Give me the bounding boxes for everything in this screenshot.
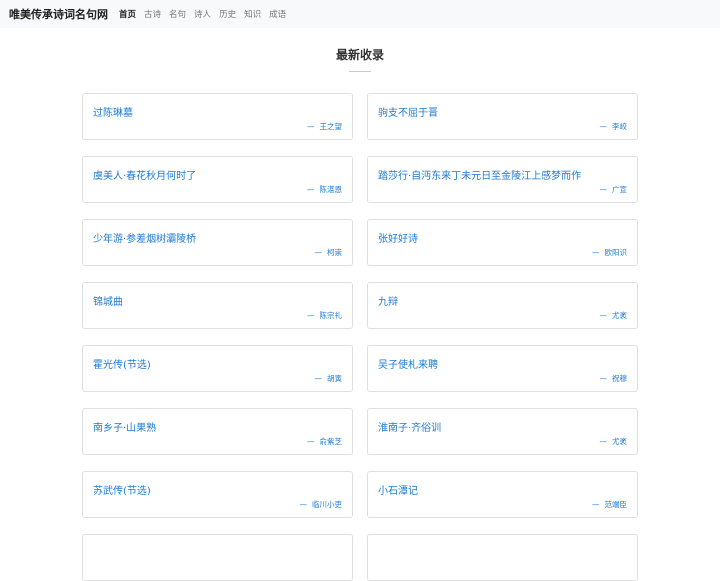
poem-author-link[interactable]: 柯崇	[327, 248, 342, 257]
poem-author: — 柯崇	[315, 247, 343, 258]
site-logo[interactable]: 唯美传承诗词名句网	[9, 6, 108, 22]
poem-title-link[interactable]: 锦城曲	[93, 293, 123, 308]
author-dash: —	[599, 122, 608, 131]
author-dash: —	[599, 185, 608, 194]
main-nav: 首页 古诗 名句 诗人 历史 知识 成语	[119, 8, 286, 20]
poem-title-link[interactable]: 少年游·参差烟树灞陵桥	[93, 230, 196, 245]
poem-card[interactable]: 小石潭记 — 范端臣	[367, 471, 638, 518]
poem-title-link[interactable]: 霍光传(节选)	[93, 356, 151, 371]
poem-title-link[interactable]: 张好好诗	[378, 230, 418, 245]
poem-author-link[interactable]: 胡寅	[327, 374, 342, 383]
poem-title-link[interactable]: 吴子使札来聘	[378, 356, 438, 371]
poem-card[interactable]: 张好好诗 — 欧阳识	[367, 219, 638, 266]
nav-item-home[interactable]: 首页	[119, 8, 136, 20]
poem-card[interactable]: 驹支不屈于晋 — 李峧	[367, 93, 638, 140]
poem-author-link[interactable]: 李峧	[612, 122, 627, 131]
poem-card[interactable]: 霍光传(节选) — 胡寅	[82, 345, 353, 392]
poem-title-link[interactable]: 苏武传(节选)	[93, 482, 151, 497]
author-dash: —	[314, 374, 323, 383]
poem-card[interactable]: 吴子使札来聘 — 祝穆	[367, 345, 638, 392]
poem-title-link[interactable]: 小石潭记	[378, 482, 418, 497]
author-dash: —	[592, 500, 600, 509]
poem-card[interactable]: 过陈琳墓 — 王之望	[82, 93, 353, 140]
poem-author-link[interactable]: 陈宗礼	[320, 311, 343, 320]
poem-title-link[interactable]: 驹支不屈于晋	[378, 104, 438, 119]
poem-author-link[interactable]: 范端臣	[605, 500, 628, 509]
poem-card[interactable]: 淮南子·齐俗训 — 尤袤	[367, 408, 638, 455]
poem-author-link[interactable]: 祝穆	[612, 374, 627, 383]
poem-card[interactable]	[367, 534, 638, 581]
title-divider	[349, 71, 371, 72]
poem-author-link[interactable]: 欧阳识	[605, 248, 628, 257]
nav-item-knowledge[interactable]: 知识	[244, 8, 261, 20]
author-dash: —	[307, 122, 315, 131]
poem-card[interactable]: 踏莎行·自沔东来丁未元日至金陵江上感梦而作 — 广宣	[367, 156, 638, 203]
poem-title-link[interactable]: 九辩	[378, 293, 398, 308]
author-dash: —	[592, 248, 600, 257]
poem-author: — 范端臣	[592, 499, 627, 510]
poem-title-link[interactable]: 南乡子·山果熟	[93, 419, 156, 434]
poem-author-link[interactable]: 尤袤	[612, 437, 627, 446]
top-navbar: 唯美传承诗词名句网 首页 古诗 名句 诗人 历史 知识 成语	[0, 0, 720, 28]
nav-item-idioms[interactable]: 成语	[269, 8, 286, 20]
poem-card-grid: 过陈琳墓 — 王之望 驹支不屈于晋 — 李峧虞美人·春花秋月何时了 — 陈湛恩 踏莎行·自沔东来…	[82, 93, 638, 581]
poem-card[interactable]	[82, 534, 353, 581]
poem-author: — 祝穆	[600, 373, 628, 384]
poem-author: — 尤袤	[600, 436, 628, 447]
poem-card[interactable]: 苏武传(节选) — 临川小吏	[82, 471, 353, 518]
author-dash: —	[299, 500, 308, 509]
poem-author	[622, 562, 627, 571]
poem-card[interactable]: 锦城曲 — 陈宗礼	[82, 282, 353, 329]
poem-author: — 欧阳识	[592, 247, 627, 258]
nav-item-poems[interactable]: 古诗	[144, 8, 161, 20]
poem-author: — 临川小吏	[300, 499, 343, 510]
poem-author-link[interactable]: 王之望	[320, 122, 343, 131]
poem-card[interactable]: 南乡子·山果熟 — 俞紫芝	[82, 408, 353, 455]
poem-title-link[interactable]: 过陈琳墓	[93, 104, 133, 119]
poem-title-link[interactable]: 踏莎行·自沔东来丁未元日至金陵江上感梦而作	[378, 167, 581, 182]
nav-item-poets[interactable]: 诗人	[194, 8, 211, 20]
poem-title-link[interactable]: 淮南子·齐俗训	[378, 419, 441, 434]
author-dash: —	[307, 437, 315, 446]
author-dash: —	[314, 248, 323, 257]
author-dash: —	[307, 185, 315, 194]
poem-author: — 王之望	[307, 121, 342, 132]
poem-author: — 李峧	[600, 121, 628, 132]
poem-author-link[interactable]: 陈湛恩	[320, 185, 343, 194]
poem-author: — 陈湛恩	[307, 184, 342, 195]
poem-author: — 尤袤	[600, 310, 628, 321]
poem-author-link[interactable]: 临川小吏	[312, 500, 342, 509]
poem-title-link[interactable]: 虞美人·春花秋月何时了	[93, 167, 196, 182]
poem-card[interactable]: 虞美人·春花秋月何时了 — 陈湛恩	[82, 156, 353, 203]
poem-author-link[interactable]: 尤袤	[612, 311, 627, 320]
author-dash: —	[307, 311, 315, 320]
poem-card[interactable]: 少年游·参差烟树灞陵桥 — 柯崇	[82, 219, 353, 266]
poem-card[interactable]: 九辩 — 尤袤	[367, 282, 638, 329]
poem-author	[337, 562, 342, 571]
author-dash: —	[599, 311, 608, 320]
nav-item-history[interactable]: 历史	[219, 8, 236, 20]
poem-author: — 广宣	[600, 184, 628, 195]
section-title: 最新收录	[335, 48, 384, 62]
author-dash: —	[599, 437, 608, 446]
author-dash: —	[599, 374, 608, 383]
poem-author-link[interactable]: 俞紫芝	[320, 437, 343, 446]
poem-author: — 胡寅	[315, 373, 343, 384]
poem-author: — 陈宗礼	[307, 310, 342, 321]
nav-item-quotes[interactable]: 名句	[169, 8, 186, 20]
poem-author: — 俞紫芝	[307, 436, 342, 447]
poem-author-link[interactable]: 广宣	[612, 185, 627, 194]
